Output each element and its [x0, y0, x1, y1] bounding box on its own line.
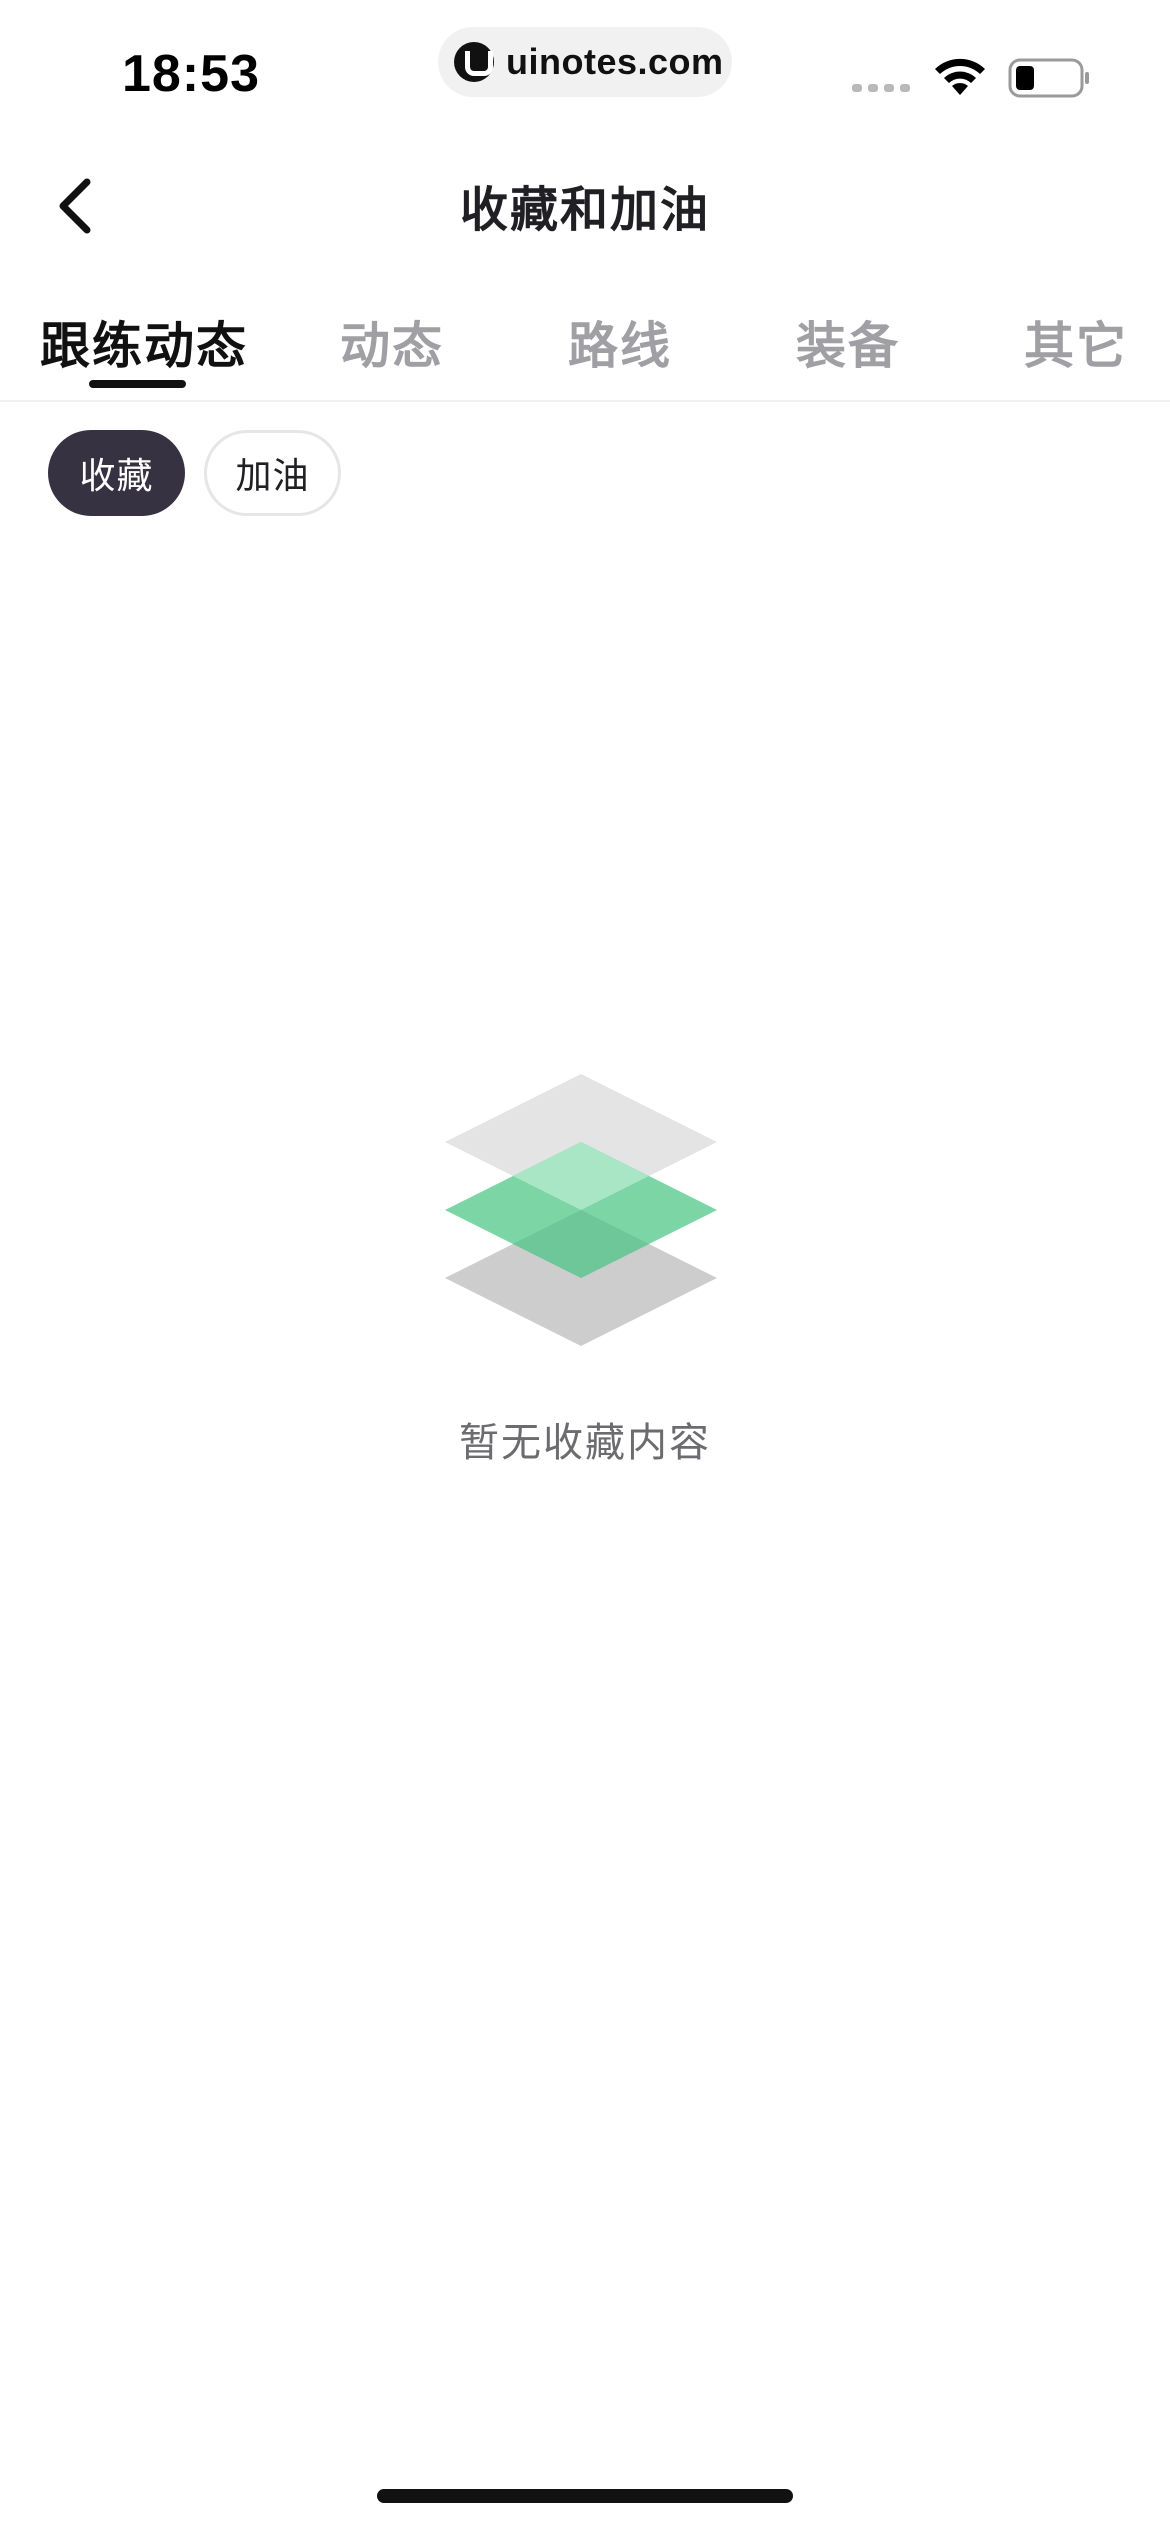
tab-equipment[interactable]: 装备	[796, 306, 900, 378]
status-bar: 18:53 uinotes.com	[0, 0, 1170, 130]
stacked-layers-icon	[445, 1074, 717, 1346]
battery-icon	[1008, 58, 1089, 98]
empty-state-message: 暂无收藏内容	[459, 1420, 711, 1466]
tab-routes[interactable]: 路线	[568, 306, 672, 378]
url-text: uinotes.com	[506, 41, 724, 82]
active-tab-indicator	[89, 380, 186, 388]
filter-chip-favorites[interactable]: 收藏	[48, 430, 185, 516]
filter-chip-cheers[interactable]: 加油	[204, 430, 341, 516]
wifi-icon	[935, 58, 985, 95]
tabs-divider	[0, 400, 1170, 402]
tab-other[interactable]: 其它	[1024, 306, 1128, 378]
status-time: 18:53	[122, 45, 260, 103]
page-title: 收藏和加油	[459, 182, 710, 238]
tab-follow-training[interactable]: 跟练动态	[40, 306, 248, 378]
tab-posts[interactable]: 动态	[340, 306, 444, 378]
screen: 18:53 uinotes.com 收藏和加油 跟练动态 动态 路线 装备 其它…	[0, 0, 1170, 2532]
url-pill[interactable]: uinotes.com	[438, 27, 732, 97]
home-indicator[interactable]	[377, 2489, 793, 2503]
cellular-signal-icon	[852, 84, 910, 92]
site-logo-icon	[454, 42, 494, 82]
